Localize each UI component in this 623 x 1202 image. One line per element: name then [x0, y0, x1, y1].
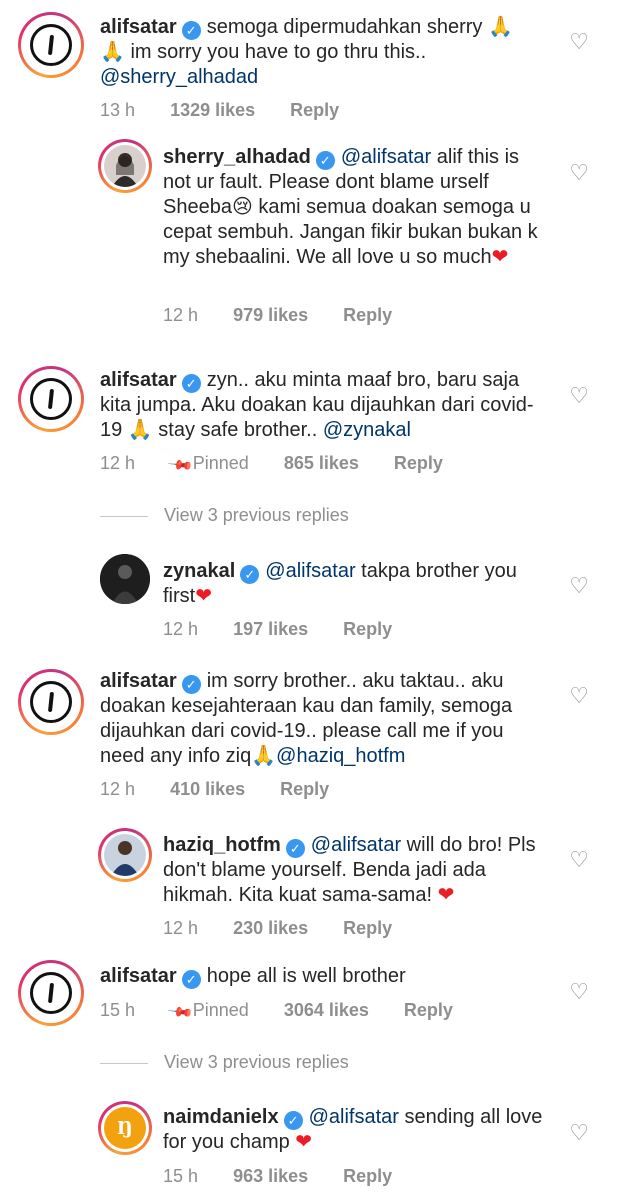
mention-link[interactable]: @alifsatar: [341, 146, 431, 168]
comment-segment: hope all is well brother: [206, 965, 406, 987]
likes-count[interactable]: 3064 likes: [284, 999, 369, 1021]
username[interactable]: alifsatar: [100, 965, 177, 987]
reply-button[interactable]: Reply: [343, 1165, 392, 1187]
avatar-sherry_alhadad[interactable]: [98, 139, 152, 193]
likes-count[interactable]: 197 likes: [233, 618, 308, 640]
verified-badge-icon: ✓: [285, 839, 305, 858]
comment-meta: 12 h 📌Pinned 865 likes Reply: [100, 452, 473, 477]
mention-link[interactable]: @alifsatar: [265, 560, 355, 582]
mention-link[interactable]: @alifsatar: [309, 1106, 399, 1128]
comment-text: alifsatar ✓ semoga dipermudahkan sherry 🙏🙏…: [100, 15, 530, 90]
likes-count[interactable]: 865 likes: [284, 452, 359, 474]
comment-text: alifsatar ✓ hope all is well brother: [100, 964, 545, 989]
heart-outline-icon[interactable]: ♡: [569, 160, 589, 186]
reply-button[interactable]: Reply: [343, 618, 392, 640]
username[interactable]: zynakal: [163, 560, 235, 582]
comment-meta: 15 h 📌Pinned 3064 likes Reply: [100, 999, 483, 1024]
verified-badge-icon: ✓: [315, 151, 335, 170]
view-previous-replies[interactable]: View 3 previous replies: [100, 505, 349, 526]
timestamp: 12 h: [163, 305, 199, 325]
comment-text: alifsatar ✓ im sorry brother.. aku taktau.…: [100, 669, 545, 769]
mention-link[interactable]: @alifsatar: [311, 834, 401, 856]
avatar-haziq_hotfm[interactable]: [98, 828, 152, 882]
brand-logo-icon: Ŋ: [117, 1117, 133, 1139]
reply-button[interactable]: Reply: [290, 99, 339, 121]
comment-text: zynakal ✓ @alifsatar takpa brother you fir…: [163, 559, 548, 609]
comment-segment: 🙏: [251, 745, 277, 767]
verified-badge-icon: ✓: [181, 374, 201, 393]
reply-button[interactable]: Reply: [394, 452, 443, 474]
heart-outline-icon[interactable]: ♡: [569, 383, 589, 409]
avatar-naimdanielx[interactable]: Ŋ: [98, 1101, 152, 1155]
username[interactable]: alifsatar: [100, 369, 177, 391]
comment-segment: semoga dipermudahkan sherry: [206, 16, 488, 38]
heart-outline-icon[interactable]: ♡: [569, 29, 589, 55]
timestamp: 12 h: [163, 918, 199, 938]
comment-meta: 12 h 230 likes Reply: [163, 917, 422, 939]
avatar-alifsatar[interactable]: [18, 960, 84, 1026]
mention-link[interactable]: @zynakal: [323, 419, 411, 441]
comment-segment: im sorry you have to go thru this..: [124, 41, 427, 63]
reply-button[interactable]: Reply: [343, 917, 392, 939]
comment-meta: 13 h 1329 likes Reply: [100, 99, 369, 121]
likes-count[interactable]: 979 likes: [233, 304, 308, 326]
comment-text: alifsatar ✓ zyn.. aku minta maaf bro, baru…: [100, 368, 545, 443]
comment-meta: 15 h 963 likes Reply: [163, 1165, 422, 1187]
pin-icon: 📌: [167, 452, 193, 478]
reply-button[interactable]: Reply: [343, 304, 392, 326]
heart-outline-icon[interactable]: ♡: [569, 573, 589, 599]
mention-link[interactable]: @haziq_hotfm: [276, 745, 405, 767]
timestamp: 12 h: [163, 619, 199, 639]
avatar-zynakal[interactable]: [100, 554, 150, 604]
username[interactable]: naimdanielx: [163, 1106, 279, 1128]
username[interactable]: sherry_alhadad: [163, 146, 311, 168]
verified-badge-icon: ✓: [283, 1111, 303, 1130]
timestamp: 15 h: [163, 1166, 199, 1186]
mention-link[interactable]: @sherry_alhadad: [100, 66, 258, 88]
username[interactable]: alifsatar: [100, 670, 177, 692]
pinned-label: 📌Pinned: [167, 452, 249, 477]
heart-outline-icon[interactable]: ♡: [569, 1120, 589, 1146]
verified-badge-icon: ✓: [181, 675, 201, 694]
timestamp: 13 h: [100, 100, 136, 120]
comment-segment: stay safe brother..: [152, 419, 323, 441]
likes-count[interactable]: 1329 likes: [170, 99, 255, 121]
comment-segment: ❤: [491, 246, 509, 268]
comment-text: sherry_alhadad ✓ @alifsatar alif this is n…: [163, 145, 548, 270]
heart-outline-icon[interactable]: ♡: [569, 683, 589, 709]
avatar-alifsatar[interactable]: [18, 669, 84, 735]
view-previous-replies[interactable]: View 3 previous replies: [100, 1052, 349, 1073]
comment-text: naimdanielx ✓ @alifsatar sending all love …: [163, 1105, 548, 1155]
comment-segment: ❤: [195, 585, 212, 607]
comment-meta: 12 h 197 likes Reply: [163, 618, 422, 640]
timestamp: 12 h: [100, 453, 136, 473]
timestamp: 12 h: [100, 779, 136, 799]
heart-outline-icon[interactable]: ♡: [569, 979, 589, 1005]
verified-badge-icon: ✓: [181, 21, 201, 40]
likes-count[interactable]: 410 likes: [170, 778, 245, 800]
pin-icon: 📌: [167, 999, 193, 1025]
heart-outline-icon[interactable]: ♡: [569, 847, 589, 873]
comment-text: haziq_hotfm ✓ @alifsatar will do bro! Pls …: [163, 833, 548, 908]
username[interactable]: alifsatar: [100, 16, 177, 38]
reply-button[interactable]: Reply: [280, 778, 329, 800]
comment-meta: 12 h 979 likes Reply: [163, 304, 422, 326]
timestamp: 15 h: [100, 1000, 136, 1020]
avatar-alifsatar[interactable]: [18, 12, 84, 78]
pinned-label: 📌Pinned: [167, 999, 249, 1024]
likes-count[interactable]: 230 likes: [233, 917, 308, 939]
username[interactable]: haziq_hotfm: [163, 834, 281, 856]
comment-segment: ❤: [295, 1131, 313, 1153]
comment-meta: 12 h 410 likes Reply: [100, 778, 359, 800]
avatar-alifsatar[interactable]: [18, 366, 84, 432]
reply-button[interactable]: Reply: [404, 999, 453, 1021]
likes-count[interactable]: 963 likes: [233, 1165, 308, 1187]
comment-segment: 🙏: [127, 419, 153, 441]
verified-badge-icon: ✓: [240, 565, 260, 584]
verified-badge-icon: ✓: [181, 970, 201, 989]
comment-segment: ❤: [437, 884, 455, 906]
